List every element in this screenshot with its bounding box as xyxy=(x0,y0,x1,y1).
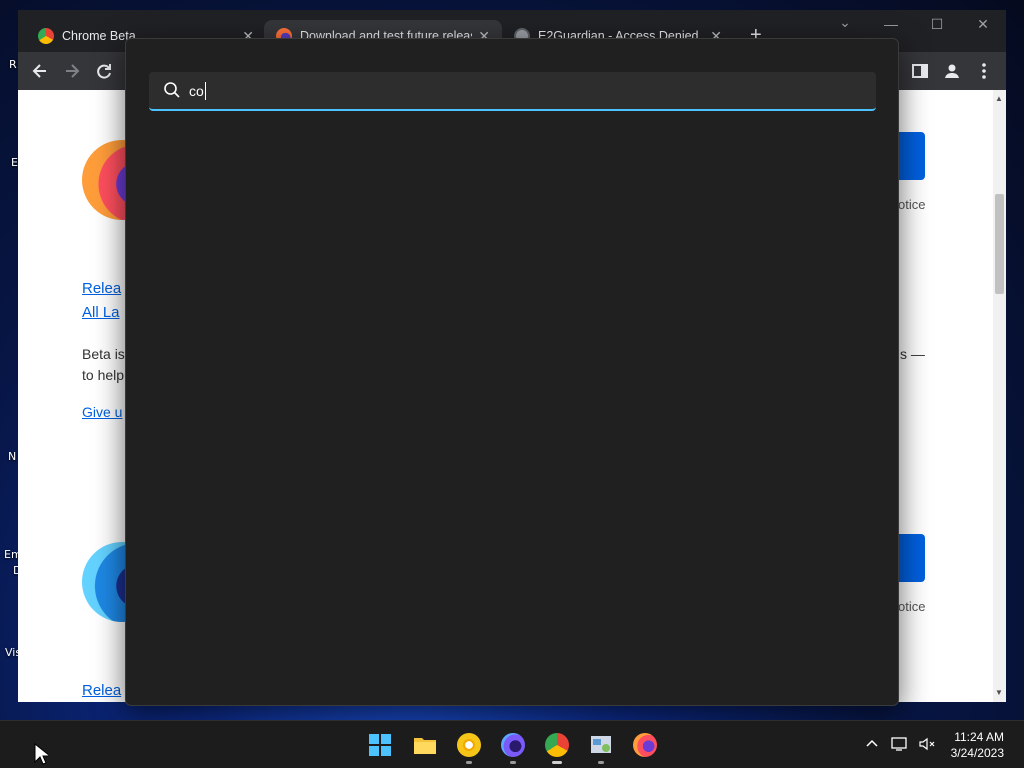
chrome-canary-icon[interactable] xyxy=(457,733,481,757)
file-explorer-icon[interactable] xyxy=(413,733,437,757)
download-button[interactable] xyxy=(898,132,925,180)
scroll-up-icon[interactable]: ▲ xyxy=(995,94,1003,103)
chevron-up-icon[interactable] xyxy=(864,736,880,755)
clock-date: 3/24/2023 xyxy=(950,746,1004,760)
running-indicator xyxy=(466,761,472,764)
network-icon[interactable] xyxy=(891,736,909,755)
description-tail: s — xyxy=(900,346,925,362)
page-scrollbar[interactable]: ▲ ▼ xyxy=(993,90,1006,702)
privacy-notice-link[interactable]: otice xyxy=(898,599,925,614)
scrollbar-thumb[interactable] xyxy=(995,194,1004,294)
download-button[interactable] xyxy=(898,534,925,582)
running-indicator xyxy=(510,761,516,764)
search-overlay xyxy=(125,38,899,706)
firefox-nightly-icon[interactable] xyxy=(501,733,525,757)
text-caret xyxy=(205,82,206,100)
reload-button[interactable] xyxy=(93,60,115,82)
start-button[interactable] xyxy=(368,733,392,757)
control-panel-icon[interactable] xyxy=(589,733,613,757)
side-panel-icon xyxy=(912,64,928,78)
speaker-muted-icon xyxy=(919,737,935,751)
forward-arrow-icon xyxy=(66,64,80,78)
running-indicator xyxy=(552,761,562,764)
menu-button[interactable] xyxy=(973,60,995,82)
tab-search-dropdown-icon[interactable]: ⌄ xyxy=(833,14,857,31)
minimize-button[interactable]: — xyxy=(879,16,903,32)
chrome-beta-icon xyxy=(38,28,54,44)
profile-icon xyxy=(945,64,959,78)
show-hidden-icons-icon xyxy=(866,739,878,747)
firefox-icon[interactable] xyxy=(633,733,657,757)
close-window-button[interactable]: ✕ xyxy=(971,16,995,33)
privacy-notice-link[interactable]: otice xyxy=(898,197,925,212)
beta-description: Beta is xyxy=(82,346,125,362)
chrome-beta-taskbar-icon[interactable] xyxy=(545,733,569,757)
beta-description-line2: to help xyxy=(82,367,125,383)
desktop-icon-label[interactable]: R xyxy=(9,58,17,71)
release-notes-link[interactable]: Relea xyxy=(82,280,121,297)
profile-button[interactable] xyxy=(941,60,963,82)
search-box[interactable] xyxy=(149,72,876,111)
forward-button[interactable] xyxy=(61,60,83,82)
all-languages-link[interactable]: All La xyxy=(82,304,120,321)
side-panel-button[interactable] xyxy=(909,60,931,82)
search-icon xyxy=(164,82,180,98)
system-clock[interactable]: 11:24 AM 3/24/2023 xyxy=(951,729,1004,761)
desktop-icon-label[interactable]: E xyxy=(11,156,18,169)
give-feedback-link[interactable]: Give u xyxy=(82,404,122,420)
taskbar: 11:24 AM 3/24/2023 xyxy=(0,720,1024,768)
desktop-icon-label[interactable]: N xyxy=(8,450,16,463)
volume-icon[interactable] xyxy=(918,736,936,755)
scroll-down-icon[interactable]: ▼ xyxy=(995,688,1003,697)
kebab-menu-icon xyxy=(982,63,986,79)
maximize-button[interactable]: ☐ xyxy=(925,16,949,33)
mouse-cursor xyxy=(34,743,48,765)
running-indicator xyxy=(598,761,604,764)
back-arrow-icon xyxy=(32,64,46,78)
back-button[interactable] xyxy=(29,60,51,82)
reload-icon xyxy=(97,64,111,79)
monitor-network-icon xyxy=(891,737,907,751)
clock-time: 11:24 AM xyxy=(954,730,1004,744)
search-input[interactable] xyxy=(189,80,849,102)
desktop-icon-strip: R E N Em D Vis xyxy=(0,0,22,720)
release-notes-link[interactable]: Relea xyxy=(82,682,121,699)
